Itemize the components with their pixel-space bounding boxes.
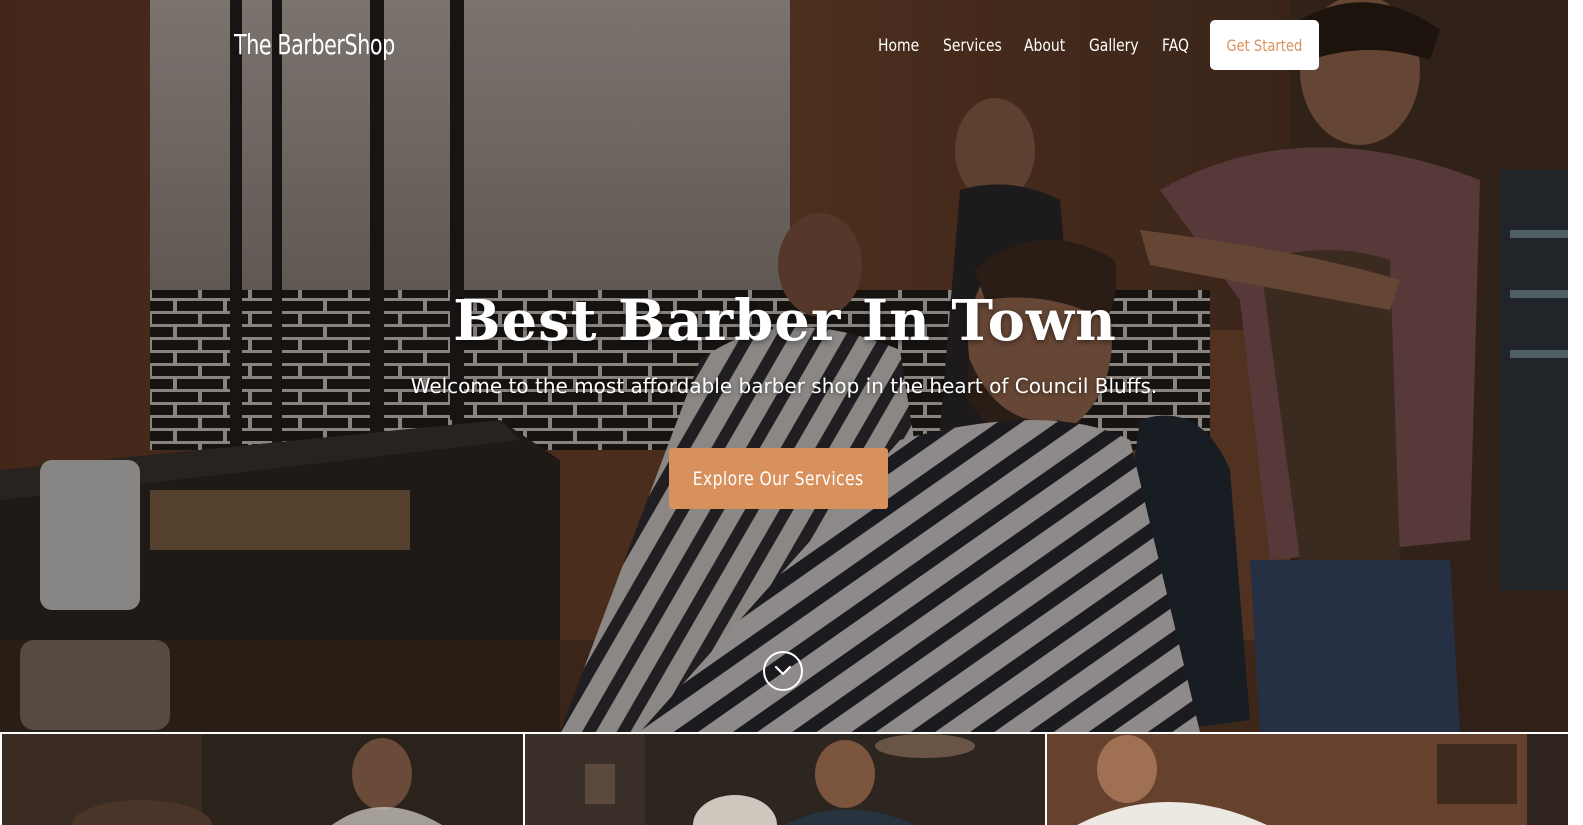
page-right-edge	[1568, 0, 1583, 825]
hero-section: The BarberShop Home Services About Galle…	[0, 0, 1583, 732]
gallery-strip	[0, 732, 1568, 825]
explore-services-label: Explore Our Services	[693, 467, 864, 490]
get-started-label: Get Started	[1226, 35, 1303, 55]
explore-services-button[interactable]: Explore Our Services	[669, 448, 888, 509]
page: The BarberShop Home Services About Galle…	[0, 0, 1583, 825]
hero-overlay	[0, 0, 1583, 732]
nav-item-home[interactable]: Home	[878, 36, 919, 56]
nav-item-services[interactable]: Services	[943, 36, 1002, 56]
top-navigation: The BarberShop Home Services About Galle…	[0, 0, 1583, 92]
nav-item-about[interactable]: About	[1024, 36, 1065, 56]
chevron-down-circle-icon[interactable]	[763, 651, 803, 691]
gallery-image-2[interactable]	[525, 734, 1045, 825]
brand-logo[interactable]: The BarberShop	[234, 28, 395, 61]
gallery-image-3[interactable]	[1047, 734, 1568, 825]
gallery-image-1[interactable]	[2, 734, 523, 825]
nav-item-gallery[interactable]: Gallery	[1089, 36, 1139, 56]
get-started-button[interactable]: Get Started	[1210, 20, 1319, 70]
hero-subline: Welcome to the most affordable barber sh…	[410, 374, 1158, 398]
hero-headline: Best Barber In Town	[453, 288, 1117, 354]
nav-item-faq[interactable]: FAQ	[1162, 36, 1189, 56]
chevron-down-icon	[774, 665, 792, 676]
